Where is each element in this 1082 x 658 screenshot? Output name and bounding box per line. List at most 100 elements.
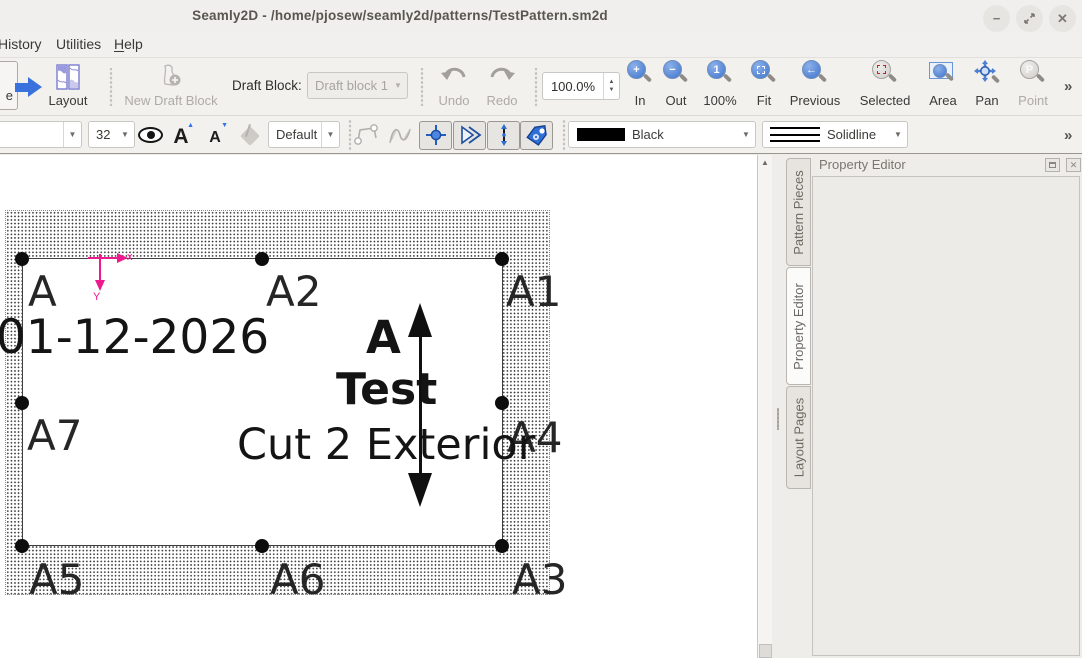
tag-icon: [525, 123, 549, 147]
tab-layout-pages[interactable]: Layout Pages: [786, 386, 811, 489]
chevrons-toggle[interactable]: [453, 121, 486, 150]
zoom-value: 100.0%: [543, 79, 603, 94]
pattern-point[interactable]: [495, 396, 509, 410]
font-family-combo[interactable]: ▼: [0, 121, 82, 148]
target-point-toggle[interactable]: [419, 121, 452, 150]
pattern-point[interactable]: [495, 252, 509, 266]
point-label-A6[interactable]: A6: [270, 559, 325, 601]
zoom-100-button[interactable]: 1 100%: [696, 60, 744, 114]
tab-pattern-pieces[interactable]: Pattern Pieces: [786, 158, 811, 266]
decrease-font-button[interactable]: A ▼: [200, 121, 230, 149]
polyline-tool-button[interactable]: [352, 122, 382, 148]
point-label-A3[interactable]: A3: [512, 559, 567, 601]
zoom-fit-icon: [751, 60, 777, 86]
toolbar-separator: [107, 68, 114, 106]
draft-canvas[interactable]: A A2 A1 A7 A4 A5 A6 A3 01-12-2026 A Test…: [0, 155, 757, 658]
dock-title: Property Editor: [819, 157, 906, 172]
combo-arrow-icon: ▼: [321, 122, 339, 147]
draft-block-combo[interactable]: Draft block 1 ▼: [307, 72, 408, 99]
zoom-area-button[interactable]: Area: [922, 60, 964, 114]
pattern-point[interactable]: [15, 252, 29, 266]
line-type-swatch: [770, 127, 820, 142]
float-icon: [1049, 162, 1056, 168]
font-size-combo[interactable]: 32 ▼: [88, 121, 135, 148]
zoom-selected-button[interactable]: Selected: [852, 60, 918, 114]
combo-arrow-icon: ▼: [389, 81, 407, 90]
pattern-point[interactable]: [495, 539, 509, 553]
scrollbar-up-icon[interactable]: ▲: [758, 158, 772, 167]
eye-icon: [138, 127, 163, 143]
zoom-previous-button[interactable]: ← Previous: [782, 60, 848, 114]
menu-utilities[interactable]: Utilities: [56, 36, 101, 52]
zoom-selected-icon: [872, 60, 898, 86]
zoom-out-button[interactable]: − Out: [658, 60, 694, 114]
zoom-fit-button[interactable]: Fit: [748, 60, 780, 114]
toolbar-overflow-button[interactable]: »: [1064, 127, 1072, 144]
line-type-combo[interactable]: Solidline ▼: [762, 121, 908, 148]
spinbox-arrows[interactable]: ▲ ▼: [603, 73, 619, 99]
menu-history[interactable]: History: [0, 36, 42, 52]
spin-up-icon: ▲: [609, 78, 615, 86]
minimize-icon: −: [993, 11, 1001, 26]
dock-float-button[interactable]: [1045, 158, 1060, 172]
piece-name-label[interactable]: Test: [336, 368, 437, 412]
vertical-axis-toggle[interactable]: [487, 121, 520, 150]
grainline[interactable]: [419, 325, 423, 480]
layout-button[interactable]: Layout: [40, 60, 96, 114]
point-label-A1[interactable]: A1: [506, 271, 561, 313]
label-tag-toggle[interactable]: [520, 121, 553, 150]
undo-icon: [439, 63, 469, 89]
canvas-vertical-scrollbar[interactable]: ▲: [757, 155, 772, 658]
combo-arrow-icon: ▼: [116, 130, 134, 139]
zoom-in-button[interactable]: + In: [624, 60, 656, 114]
pattern-point[interactable]: [15, 396, 29, 410]
color-combo[interactable]: Black ▼: [568, 121, 756, 148]
curve-icon: [386, 123, 414, 147]
dock-close-button[interactable]: ✕: [1066, 158, 1081, 172]
restore-button[interactable]: [1016, 5, 1043, 32]
increase-icon: ▲: [187, 122, 194, 129]
point-name-combo[interactable]: Default ▼: [268, 121, 340, 148]
pattern-point[interactable]: [255, 539, 269, 553]
combo-arrow-icon: ▼: [737, 130, 755, 139]
new-draft-block-button[interactable]: New Draft Block: [118, 60, 224, 114]
redo-button[interactable]: Redo: [480, 60, 524, 114]
increase-font-button[interactable]: A ▲: [166, 121, 196, 149]
seamly2d-window: Seamly2D - /home/pjosew/seamly2d/pattern…: [0, 0, 1082, 658]
pattern-date-label[interactable]: 01-12-2026: [0, 314, 269, 361]
point-label-A7[interactable]: A7: [27, 415, 82, 457]
toolbar-separator: [418, 68, 425, 106]
close-icon: ✕: [1070, 160, 1078, 171]
undo-button[interactable]: Undo: [432, 60, 476, 114]
label-pen-button[interactable]: [238, 125, 260, 145]
toolbar-overflow-button[interactable]: »: [1064, 78, 1072, 95]
pattern-point[interactable]: [15, 539, 29, 553]
color-swatch: [577, 128, 625, 141]
point-label-A5[interactable]: A5: [29, 559, 84, 601]
dock-splitter[interactable]: [772, 155, 786, 658]
restore-icon: [1023, 12, 1036, 25]
tab-property-editor[interactable]: Property Editor: [786, 267, 811, 385]
piece-letter-label[interactable]: A: [366, 315, 401, 360]
curve-tool-button[interactable]: [385, 122, 415, 148]
zoom-spinbox[interactable]: 100.0% ▲ ▼: [542, 72, 620, 100]
show-labels-eye-button[interactable]: [138, 127, 163, 143]
zoom-point-button[interactable]: P Point: [1010, 60, 1056, 114]
minimize-button[interactable]: −: [983, 5, 1010, 32]
close-button[interactable]: ✕: [1049, 5, 1076, 32]
draft-block-caption: Draft Block:: [232, 78, 302, 93]
piece-annotation-label[interactable]: Cut 2 Exterior: [237, 424, 535, 467]
pattern-point[interactable]: [255, 252, 269, 266]
point-label-A2[interactable]: A2: [266, 271, 321, 313]
toolbar-separator: [560, 119, 567, 151]
pan-button[interactable]: Pan: [966, 60, 1008, 114]
property-editor-body: [812, 176, 1080, 656]
mode-arrow-icon: [15, 77, 42, 98]
vertical-arrow-icon: [497, 123, 511, 147]
scrollbar-thumb[interactable]: [759, 644, 772, 658]
crosshair-icon: [425, 124, 447, 146]
close-icon: ✕: [1057, 11, 1068, 27]
menu-help[interactable]: Help: [114, 36, 143, 52]
zoom-point-icon: P: [1020, 60, 1046, 86]
point-label-A[interactable]: A: [28, 271, 57, 313]
